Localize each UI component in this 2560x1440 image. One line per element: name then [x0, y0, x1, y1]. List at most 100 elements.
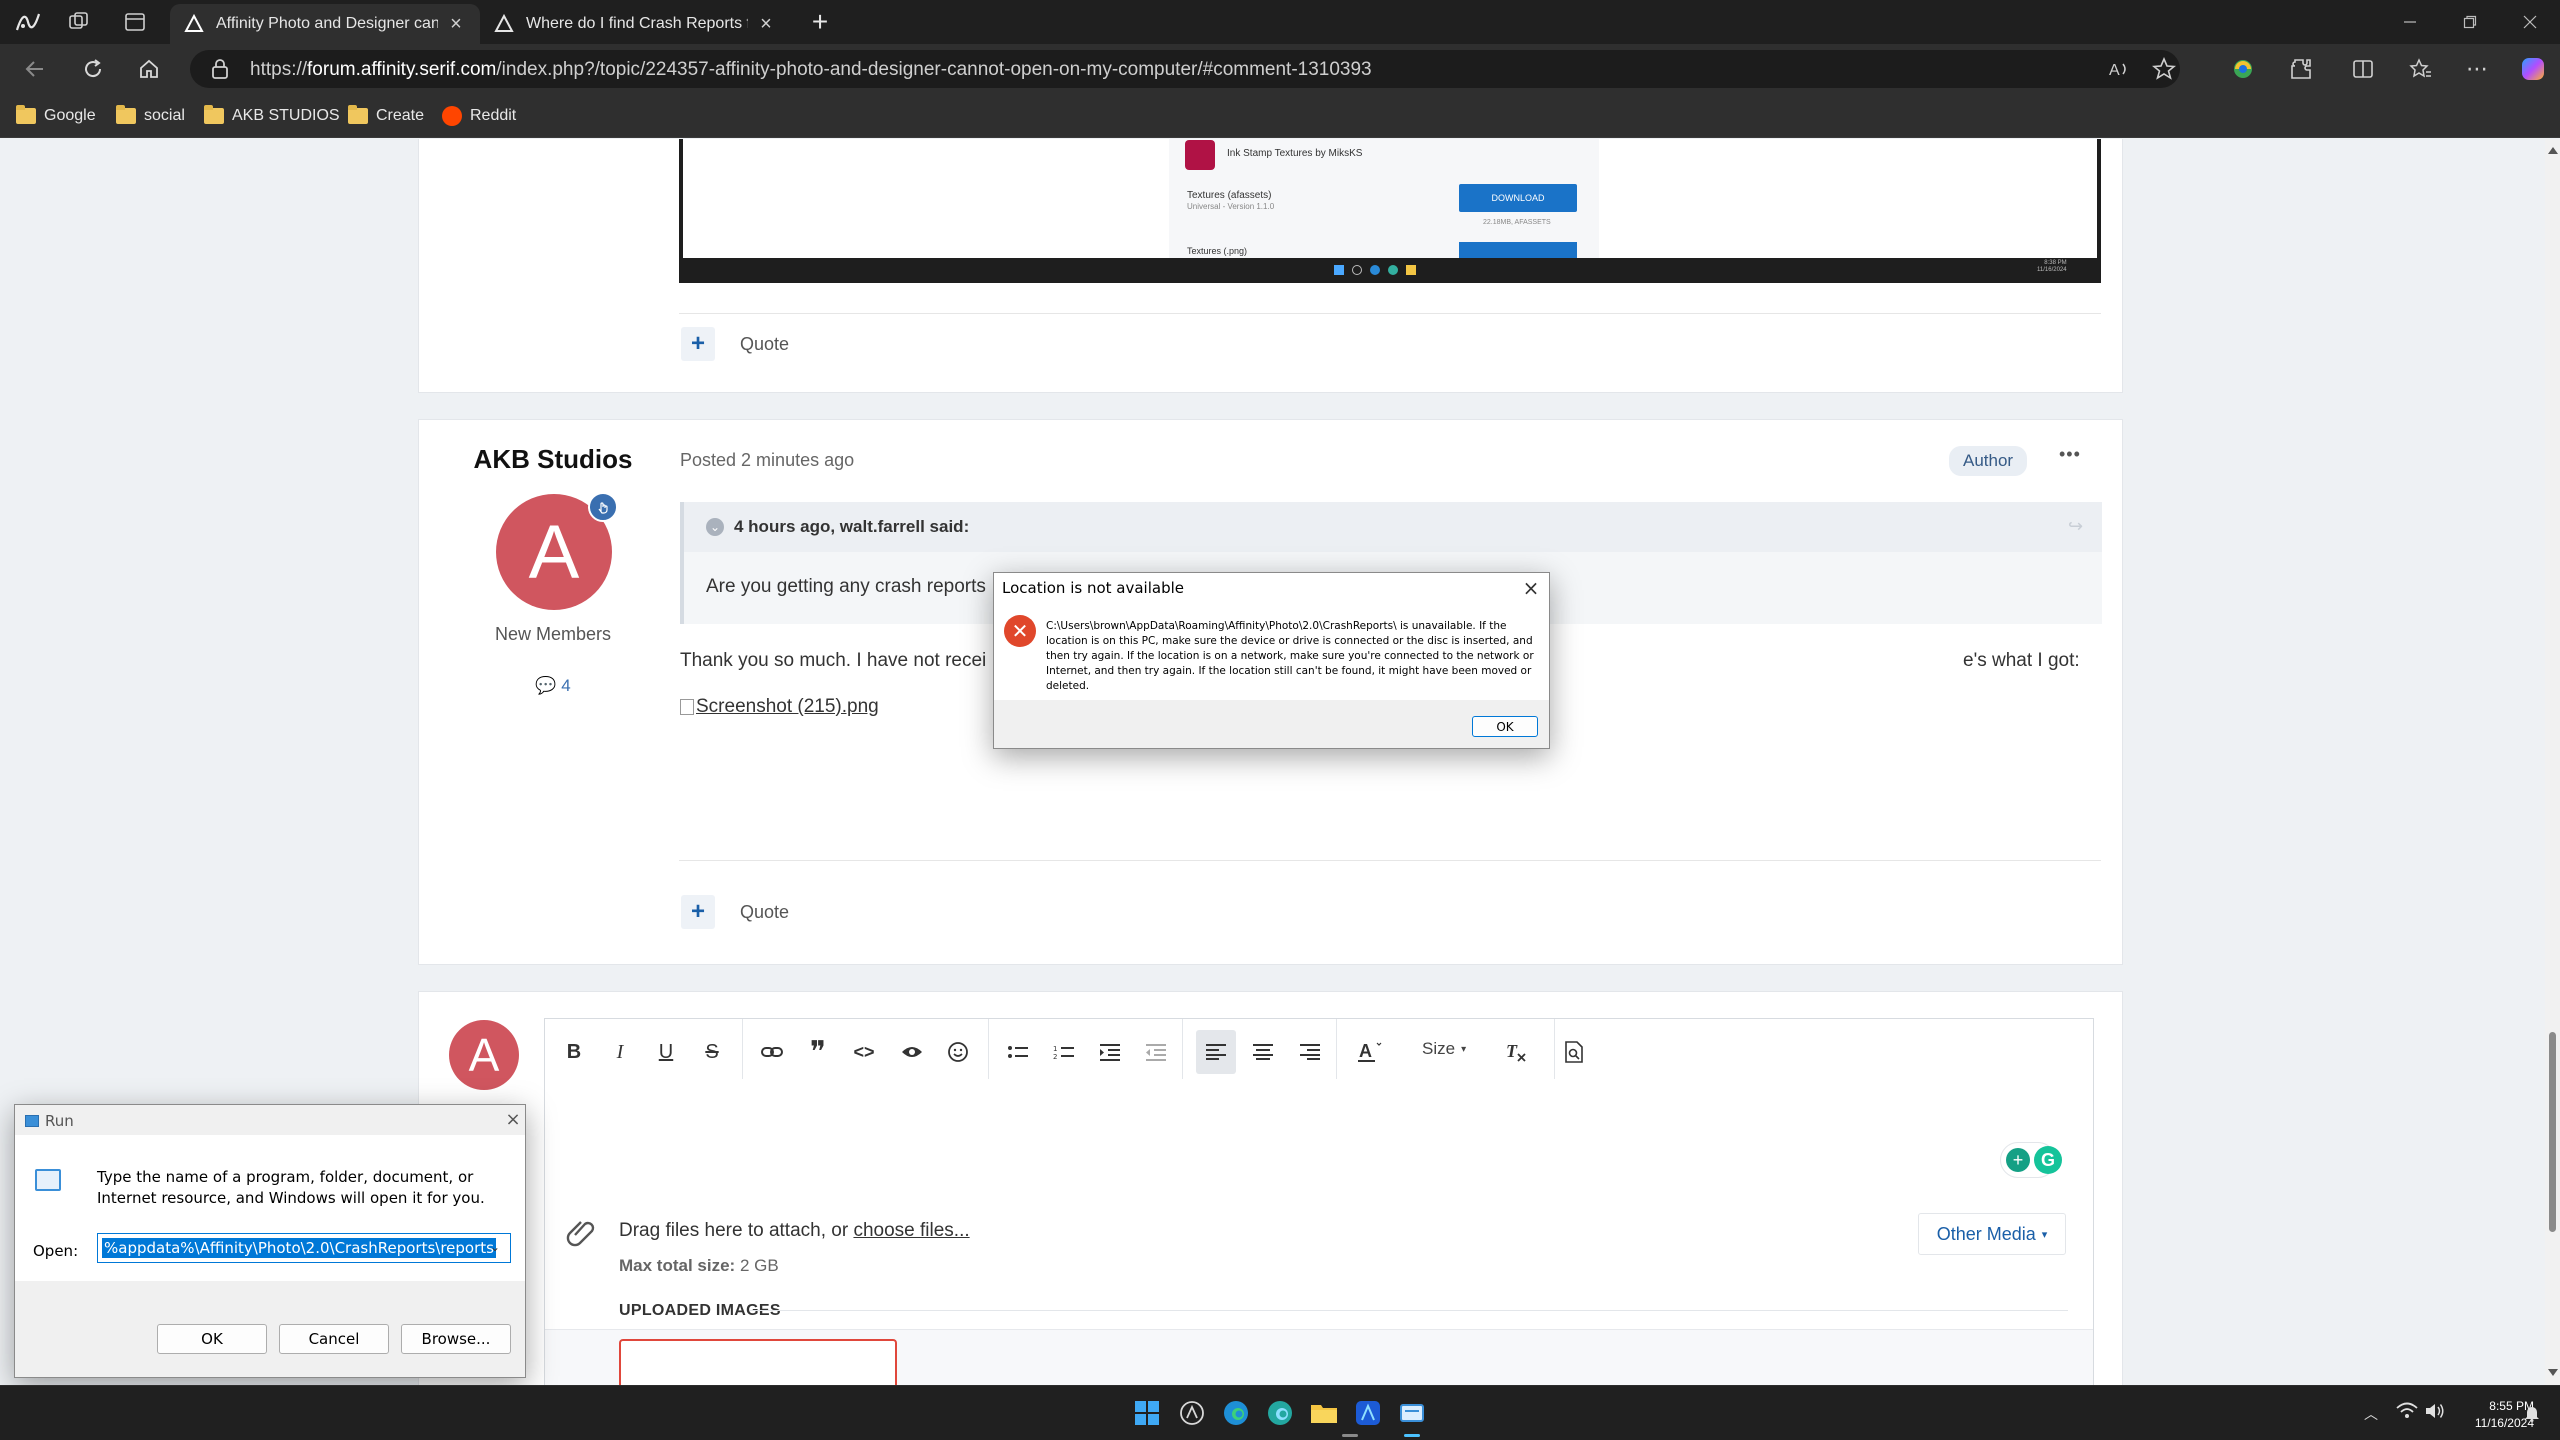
favorites-icon[interactable]: [2406, 54, 2436, 84]
numbered-list-icon[interactable]: 12: [1046, 1034, 1082, 1070]
font-size-dropdown[interactable]: Size ▾: [1422, 1039, 1466, 1059]
align-center-icon[interactable]: [1245, 1034, 1281, 1070]
spoiler-eye-icon[interactable]: [894, 1034, 930, 1070]
broken-image-link[interactable]: Screenshot (215).png: [680, 696, 879, 718]
scroll-down-icon[interactable]: [2548, 1369, 2558, 1376]
blockquote-icon[interactable]: ❞: [800, 1034, 836, 1070]
home-icon[interactable]: [134, 54, 164, 84]
choose-files-link[interactable]: choose files...: [853, 1220, 969, 1241]
run-browse-button[interactable]: Browse...: [401, 1324, 511, 1354]
text-color-icon[interactable]: A: [1352, 1034, 1388, 1070]
tab-actions-icon[interactable]: [122, 10, 148, 34]
close-icon[interactable]: ×: [1519, 576, 1543, 600]
tab-affinity-topic[interactable]: Affinity Photo and Designer cann ×: [170, 4, 480, 44]
address-bar[interactable]: https://forum.affinity.serif.com/index.p…: [190, 50, 2180, 88]
bookmark-akb-studios[interactable]: AKB STUDIOS: [204, 104, 340, 128]
extensions-icon[interactable]: [2286, 54, 2316, 84]
post-body-start: Thank you so much. I have not recei: [680, 650, 987, 671]
uploaded-image-slot[interactable]: [619, 1339, 897, 1385]
bookmark-create[interactable]: Create: [348, 104, 424, 128]
quote-link[interactable]: Quote: [740, 902, 789, 923]
multiquote-button[interactable]: +: [681, 327, 715, 361]
copilot-icon[interactable]: [2518, 54, 2548, 84]
page-scrollbar[interactable]: [2545, 139, 2560, 1385]
run-description: Type the name of a program, folder, docu…: [97, 1168, 485, 1207]
back-icon[interactable]: [20, 54, 50, 84]
close-tab-icon[interactable]: ×: [756, 13, 776, 35]
outdent-icon[interactable]: [1138, 1034, 1174, 1070]
minimize-button[interactable]: [2380, 0, 2440, 44]
run-ok-button[interactable]: OK: [157, 1324, 267, 1354]
read-aloud-icon[interactable]: A: [2108, 58, 2132, 80]
share-arrow-icon[interactable]: ↪: [2068, 516, 2083, 537]
open-combobox[interactable]: %appdata%\Affinity\Photo\2.0\CrashReport…: [97, 1233, 511, 1263]
ok-button[interactable]: OK: [1472, 716, 1538, 737]
asset-title: Ink Stamp Textures by MiksKS: [1227, 148, 1363, 159]
bookmark-social[interactable]: social: [116, 104, 185, 128]
indent-icon[interactable]: [1092, 1034, 1128, 1070]
run-cancel-button[interactable]: Cancel: [279, 1324, 389, 1354]
svg-text:A: A: [2109, 62, 2120, 79]
run-window-icon: [25, 1115, 39, 1127]
workspaces-icon[interactable]: [66, 10, 92, 34]
screenshot-panel: Ink Stamp Textures by MiksKS Textures (a…: [1169, 139, 1599, 258]
refresh-icon[interactable]: [78, 54, 108, 84]
bulleted-list-icon[interactable]: [1000, 1034, 1036, 1070]
divider: [750, 1310, 2068, 1311]
link-icon[interactable]: [754, 1034, 790, 1070]
system-clock[interactable]: 8:55 PM 11/16/2024: [2450, 1398, 2534, 1432]
align-left-icon[interactable]: [1196, 1030, 1236, 1074]
grammarly-add-icon[interactable]: +: [2006, 1148, 2030, 1172]
url-text[interactable]: https://forum.affinity.serif.com/index.p…: [250, 59, 1372, 81]
scrollbar-thumb[interactable]: [2549, 1032, 2556, 1232]
close-icon[interactable]: ×: [503, 1109, 523, 1130]
split-screen-icon[interactable]: [2348, 54, 2378, 84]
underline-button[interactable]: U: [648, 1034, 684, 1070]
rich-text-editor[interactable]: [544, 1018, 2094, 1385]
tab-crash-reports[interactable]: Where do I find Crash Reports fo ×: [480, 4, 790, 44]
chevron-down-icon[interactable]: ⌄: [706, 518, 724, 536]
run-title: Run: [45, 1112, 74, 1130]
run-taskbar-icon[interactable]: [1394, 1395, 1430, 1431]
open-input-value[interactable]: %appdata%\Affinity\Photo\2.0\CrashReport…: [102, 1238, 496, 1258]
code-icon[interactable]: <>: [846, 1034, 882, 1070]
chevron-down-icon[interactable]: ⌄: [490, 1240, 500, 1254]
italic-button[interactable]: I: [602, 1034, 638, 1070]
close-window-button[interactable]: [2500, 0, 2560, 44]
multiquote-button[interactable]: +: [681, 895, 715, 929]
wifi-icon[interactable]: [2396, 1402, 2418, 1420]
menu-more-icon[interactable]: ⋯: [2462, 54, 2492, 84]
lock-icon[interactable]: [210, 58, 230, 80]
bookmark-reddit[interactable]: Reddit: [442, 104, 516, 128]
post-count[interactable]: 💬 4: [419, 676, 687, 696]
grammarly-g-icon[interactable]: G: [2034, 1146, 2062, 1174]
edge-icon[interactable]: [1218, 1395, 1254, 1431]
clear-format-icon[interactable]: T: [1498, 1034, 1534, 1070]
start-icon[interactable]: [1129, 1395, 1165, 1431]
file-explorer-icon[interactable]: [1306, 1395, 1342, 1431]
edge-beta-icon[interactable]: [1262, 1395, 1298, 1431]
new-tab-button[interactable]: +: [806, 8, 834, 36]
extension-color-icon[interactable]: [2228, 54, 2258, 84]
scroll-up-icon[interactable]: [2548, 147, 2558, 154]
align-right-icon[interactable]: [1292, 1034, 1328, 1070]
affinity-designer-icon[interactable]: [1350, 1395, 1386, 1431]
favorite-star-icon[interactable]: [2152, 57, 2176, 81]
show-hidden-icons[interactable]: ︿: [2364, 1404, 2378, 1424]
volume-icon[interactable]: [2424, 1401, 2446, 1421]
profile-icon[interactable]: [14, 10, 42, 34]
notification-bell-icon[interactable]: [2524, 1404, 2540, 1422]
other-media-dropdown[interactable]: Other Media ▾: [1918, 1213, 2066, 1255]
affinity-taskbar-icon[interactable]: [1174, 1395, 1210, 1431]
post-options-icon[interactable]: •••: [2059, 444, 2081, 465]
close-tab-icon[interactable]: ×: [446, 13, 466, 35]
embedded-screenshot: Ink Stamp Textures by MiksKS Textures (a…: [679, 139, 2101, 283]
bold-button[interactable]: B: [556, 1034, 592, 1070]
preview-icon[interactable]: [1556, 1034, 1592, 1070]
emoji-icon[interactable]: [940, 1034, 976, 1070]
bookmark-google[interactable]: Google: [16, 104, 96, 128]
quote-link[interactable]: Quote: [740, 334, 789, 355]
post-author-name[interactable]: AKB Studios: [419, 444, 687, 475]
restore-button[interactable]: [2440, 0, 2500, 44]
strikethrough-button[interactable]: S: [694, 1034, 730, 1070]
